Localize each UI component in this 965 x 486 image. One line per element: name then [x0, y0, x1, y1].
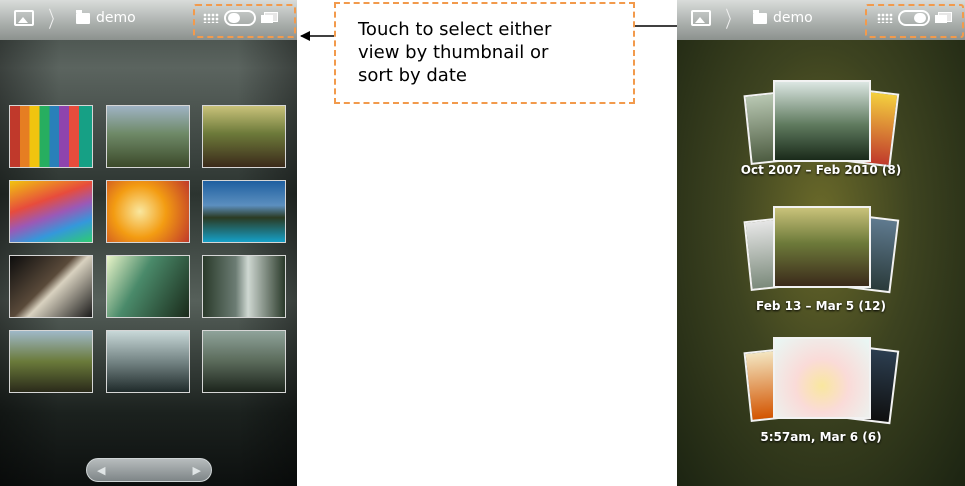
stack-label: Oct 2007 – Feb 2010 (8) — [740, 163, 902, 177]
breadcrumb: 〉 demo — [677, 6, 813, 33]
photo-stack[interactable] — [741, 333, 901, 438]
folder-label[interactable]: demo — [773, 10, 813, 26]
photo-stack[interactable] — [741, 202, 901, 307]
folder-icon — [753, 9, 768, 24]
date-view-screen: 〉 demo Oct 2007 – Feb 2010 (8) Feb 13 – … — [677, 0, 965, 486]
gallery-icon[interactable] — [691, 10, 711, 26]
stack-label: 5:57am, Mar 6 (6) — [760, 430, 882, 444]
breadcrumb-separator: 〉 — [725, 8, 739, 33]
toggle-highlight-box — [865, 4, 964, 38]
stack-label: Feb 13 – Mar 5 (12) — [755, 299, 886, 313]
